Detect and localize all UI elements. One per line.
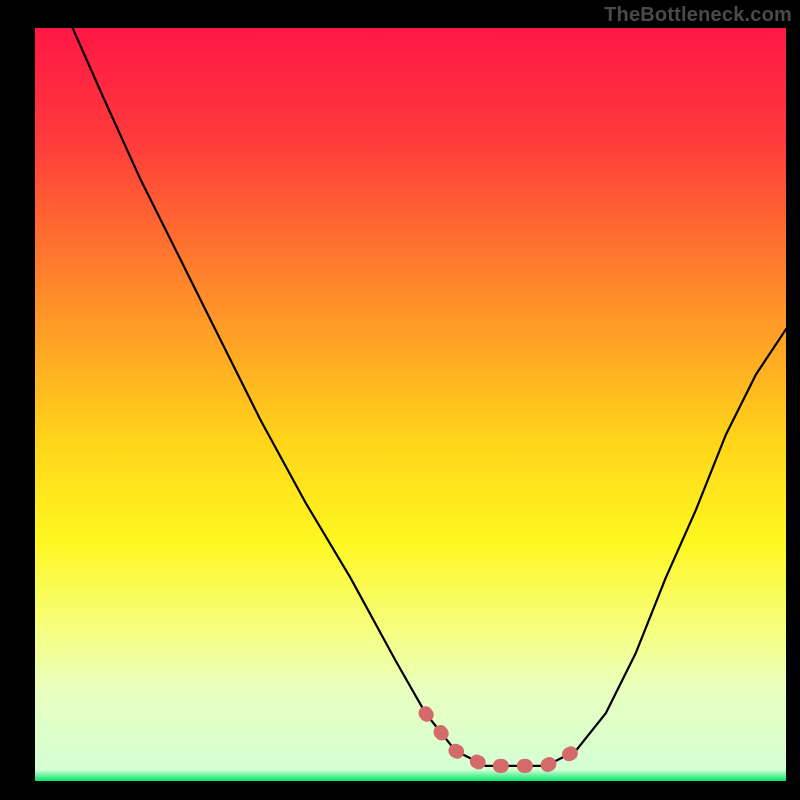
stage: TheBottleneck.com	[0, 0, 800, 800]
plot-background	[35, 28, 786, 781]
watermark-text: TheBottleneck.com	[604, 4, 792, 27]
chart-svg	[0, 0, 800, 800]
